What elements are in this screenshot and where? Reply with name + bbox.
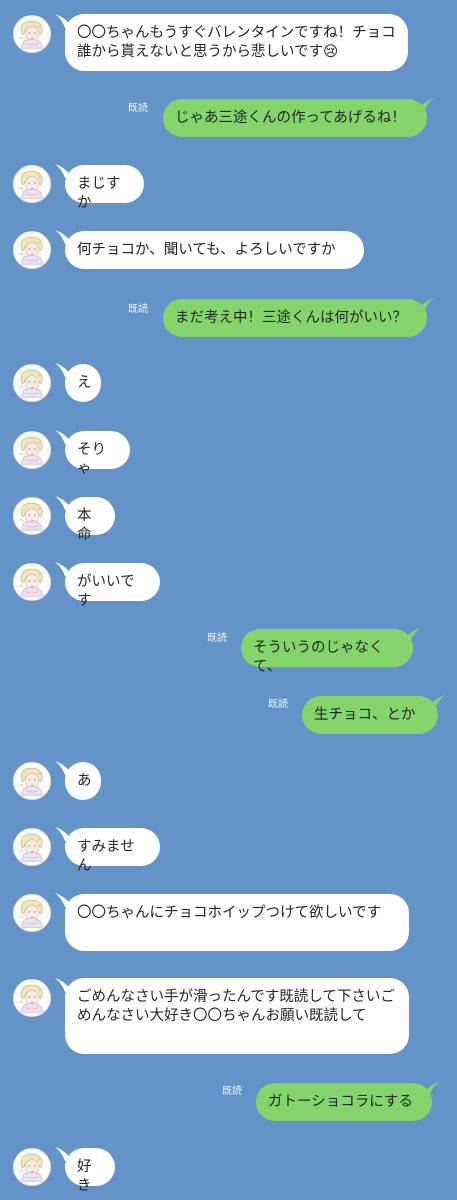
message-bubble[interactable]: ごめんなさい手が滑ったんです既読して下さいごめんなさい大好き〇〇ちゃんお願い既読… (65, 978, 409, 1054)
avatar[interactable] (13, 364, 51, 402)
bubble-tail (418, 298, 434, 312)
avatar-illustration (14, 980, 50, 1016)
avatar-illustration (14, 1149, 50, 1185)
avatar[interactable] (13, 497, 51, 535)
message-bubble[interactable]: ガトーショコラにする (256, 1083, 432, 1121)
avatar[interactable] (13, 165, 51, 203)
avatar-illustration (14, 166, 50, 202)
read-receipt: 既読 (128, 304, 148, 315)
avatar-illustration (14, 895, 50, 931)
avatar-illustration (14, 763, 50, 799)
bubble-tail (423, 1082, 439, 1096)
message-bubble[interactable]: 〇〇ちゃんもうすぐバレンタインですね！チョコ誰から貰えないと思うから悲しいです😢 (65, 14, 408, 71)
avatar[interactable] (13, 431, 51, 469)
message-bubble[interactable]: がいいです (65, 563, 160, 609)
bubble-tail (418, 98, 434, 112)
avatar-illustration (14, 365, 50, 401)
bubble-tail (429, 695, 445, 709)
avatar-illustration (14, 564, 50, 600)
message-bubble[interactable]: え (65, 364, 101, 402)
read-receipt: 既読 (222, 1086, 242, 1097)
message-bubble[interactable]: まだ考え中！三途くんは何がいい？ (163, 299, 427, 337)
avatar-illustration (14, 498, 50, 534)
avatar[interactable] (13, 762, 51, 800)
avatar[interactable] (13, 979, 51, 1017)
avatar-illustration (14, 16, 50, 52)
message-bubble[interactable]: あ (65, 762, 101, 800)
bubble-tail (404, 628, 420, 642)
avatar-illustration (14, 432, 50, 468)
avatar-illustration (14, 829, 50, 865)
message-bubble[interactable]: そりゃ (65, 431, 130, 477)
message-bubble[interactable]: 生チョコ、とか (302, 696, 438, 734)
message-bubble[interactable]: 〇〇ちゃんにチョコホイップつけて欲しいです (65, 894, 409, 951)
message-bubble[interactable]: 本命 (65, 497, 115, 543)
avatar[interactable] (13, 231, 51, 269)
avatar[interactable] (13, 1148, 51, 1186)
message-bubble[interactable]: まじすか (65, 165, 144, 211)
avatar[interactable] (13, 563, 51, 601)
avatar-illustration (14, 232, 50, 268)
message-bubble[interactable]: 好き (65, 1148, 115, 1194)
avatar[interactable] (13, 15, 51, 53)
message-bubble[interactable]: 何チョコか、聞いても、よろしいですか (65, 231, 364, 269)
read-receipt: 既読 (207, 633, 227, 644)
message-bubble[interactable]: すみません (65, 828, 160, 874)
chat-area[interactable]: 〇〇ちゃんもうすぐバレンタインですね！チョコ誰から貰えないと思うから悲しいです😢… (0, 0, 457, 1200)
avatar[interactable] (13, 828, 51, 866)
read-receipt: 既読 (128, 103, 148, 114)
avatar[interactable] (13, 894, 51, 932)
message-bubble[interactable]: じゃあ三途くんの作ってあげるね！ (163, 99, 427, 137)
message-bubble[interactable]: そういうのじゃなくて、 (241, 629, 413, 675)
read-receipt: 既読 (268, 699, 288, 710)
